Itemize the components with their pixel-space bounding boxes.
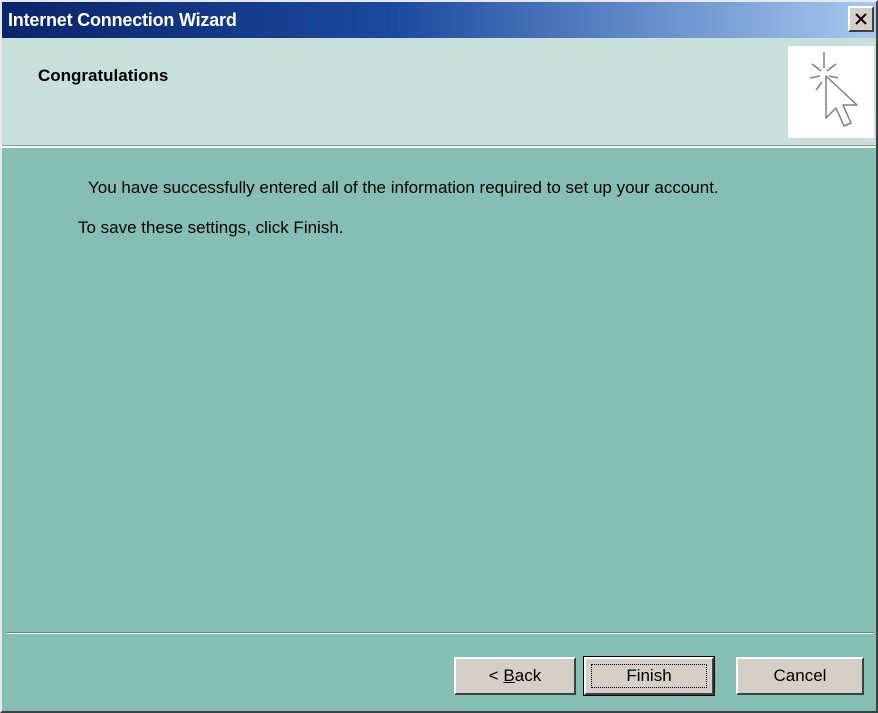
wizard-window: Internet Connection Wizard Congratulatio… [0,0,878,713]
wizard-pointer-icon [788,46,874,138]
finish-button[interactable]: Finish [583,656,715,696]
cancel-label: Cancel [773,666,827,685]
back-button[interactable]: < Back [454,657,576,695]
wizard-header: Congratulations [2,38,876,148]
title-bar[interactable]: Internet Connection Wizard [2,2,876,38]
button-separator [6,632,874,634]
back-label-prefix: < [488,666,504,685]
window-title: Internet Connection Wizard [8,10,237,30]
finish-label: Finish [626,666,672,685]
back-label-rest: ack [514,666,542,685]
cancel-button[interactable]: Cancel [736,657,864,695]
back-label-accelerator: B [503,666,515,685]
success-message: You have successfully entered all of the… [88,178,719,197]
finish-instruction: To save these settings, click Finish. [78,218,344,237]
close-button[interactable] [848,6,874,32]
close-icon [855,13,867,25]
page-heading: Congratulations [38,66,169,85]
